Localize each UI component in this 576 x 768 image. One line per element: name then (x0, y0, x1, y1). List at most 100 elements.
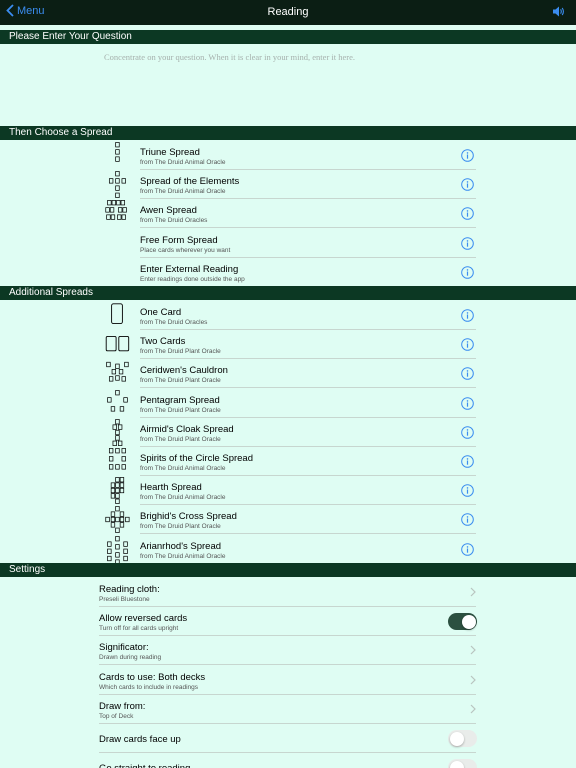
spread-title: Triune Spread (140, 147, 200, 158)
toggle-knob (449, 760, 464, 768)
circle-spread-icon (108, 448, 126, 470)
spread-subtitle: from The Druid Animal Oracle (140, 188, 226, 196)
additional-spread-subtitle: from The Druid Plant Oracle (140, 348, 221, 356)
info-icon[interactable] (461, 425, 474, 439)
info-icon[interactable] (461, 309, 474, 322)
two-cards-icon (105, 336, 130, 352)
additional-spread-row[interactable]: Arianrhod's Spread from The Druid Animal … (0, 535, 576, 564)
setting-subtitle: Which cards to include in readings (99, 683, 198, 691)
additional-spread-row[interactable]: Spirits of the Circle Spread from The Dru… (0, 447, 576, 476)
pentagram-spread-icon (107, 389, 128, 412)
speaker-icon[interactable] (552, 5, 566, 18)
question-header: Please Enter Your Question (0, 30, 576, 44)
spread-title: Awen Spread (140, 205, 197, 217)
info-icon[interactable] (461, 207, 474, 221)
setting-subtitle: Top of Deck (99, 712, 134, 720)
setting-title: Go straight to reading (99, 763, 190, 768)
info-icon[interactable] (461, 338, 474, 351)
chevron-right-icon (470, 704, 476, 714)
additional-spread-title: Arianrhod's Spread (140, 540, 222, 552)
additional-spread-row[interactable]: Ceridwen's Cauldron from The Druid Plant … (0, 359, 576, 389)
info-icon[interactable] (461, 236, 474, 250)
info-icon[interactable] (461, 542, 474, 556)
hearth-spread-icon (110, 477, 125, 505)
cross-spread-icon (105, 506, 130, 534)
additional-spread-subtitle: from The Druid Oracles (140, 319, 208, 326)
info-icon[interactable] (461, 265, 474, 279)
spread-subtitle: Place cards wherever you want (140, 246, 231, 254)
awen-spread-icon (105, 200, 127, 221)
info-icon[interactable] (461, 396, 474, 410)
setting-row[interactable]: Reading cloth: Preseli Bluestone (0, 578, 576, 607)
settings-header: Settings (0, 563, 576, 577)
spread-subtitle: Enter readings done outside the app (140, 275, 245, 283)
additional-spread-title: Brighid's Cross Spread (140, 511, 237, 523)
spread-row[interactable]: Triune Spread from The Druid Animal Oracl… (0, 141, 576, 170)
additional-spread-row[interactable]: Brighid's Cross Spread from The Druid Pla… (0, 505, 576, 535)
additional-spread-subtitle: from The Druid Plant Oracle (140, 377, 221, 385)
spread-row[interactable]: Awen Spread from The Druid Oracles (0, 199, 576, 229)
setting-row[interactable]: Draw from: Top of Deck (0, 695, 576, 724)
question-placeholder: Concentrate on your question. When it is… (104, 52, 355, 62)
nav-bar: Menu Reading (0, 0, 576, 25)
additional-spread-row[interactable]: Pentagram Spread from The Druid Plant Ora… (0, 389, 576, 418)
setting-row[interactable]: Cards to use: Both decks Which cards to i… (0, 666, 576, 695)
spread-title: Spread of the Elements (140, 176, 240, 188)
additional-spread-title: Hearth Spread (140, 482, 202, 494)
setting-toggle[interactable] (448, 730, 477, 747)
chevron-right-icon (470, 587, 476, 597)
additional-header: Additional Spreads (0, 286, 576, 300)
additional-spread-subtitle: from The Druid Animal Oracle (140, 494, 226, 502)
info-icon[interactable] (461, 149, 474, 162)
setting-subtitle: Preseli Bluestone (99, 596, 150, 603)
one-card-icon (111, 303, 123, 325)
arianrhod-spread-icon (107, 535, 128, 563)
additional-spread-row[interactable]: Two Cards from The Druid Plant Oracle (0, 330, 576, 360)
toggle-knob (461, 614, 476, 629)
setting-title: Draw from: (99, 700, 146, 712)
spread-subtitle: from The Druid Oracles (140, 217, 208, 225)
info-icon[interactable] (461, 367, 474, 381)
setting-row[interactable]: Allow reversed cards Turn off for all car… (0, 607, 576, 637)
additional-spread-subtitle: from The Druid Animal Oracle (140, 465, 226, 472)
info-icon[interactable] (461, 484, 474, 497)
additional-spread-title: Airmid's Cloak Spread (140, 423, 234, 435)
triune-spread-icon (115, 142, 120, 162)
spread-header: Then Choose a Spread (0, 126, 576, 140)
setting-row[interactable]: Draw cards face up (0, 724, 576, 753)
additional-spread-title: Spirits of the Circle Spread (140, 453, 253, 464)
setting-title: Cards to use: Both decks (99, 671, 206, 683)
additional-spread-subtitle: from The Druid Plant Oracle (140, 406, 221, 414)
spread-title: Free Form Spread (140, 234, 218, 246)
setting-title: Draw cards face up (99, 734, 181, 745)
cauldron-spread-icon (106, 362, 129, 382)
additional-spread-row[interactable]: Airmid's Cloak Spread from The Druid Plan… (0, 418, 576, 447)
setting-toggle[interactable] (448, 759, 477, 768)
info-icon[interactable] (461, 178, 474, 191)
additional-spread-title: Ceridwen's Cauldron (140, 365, 228, 377)
info-icon[interactable] (461, 455, 474, 468)
spread-title: Enter External Reading (140, 263, 239, 275)
question-input[interactable]: Concentrate on your question. When it is… (0, 44, 576, 111)
spread-subtitle: from The Druid Animal Oracle (140, 159, 226, 166)
chevron-right-icon (470, 675, 476, 685)
spread-row[interactable]: Free Form Spread Place cards wherever you… (0, 229, 576, 258)
additional-spread-subtitle: from The Druid Plant Oracle (140, 523, 221, 531)
additional-spread-subtitle: from The Druid Plant Oracle (140, 435, 221, 443)
spread-row[interactable]: Enter External Reading Enter readings don… (0, 258, 576, 287)
page-title: Reading (267, 6, 309, 18)
elements-spread-icon (108, 171, 126, 199)
setting-toggle[interactable] (448, 613, 477, 631)
setting-subtitle: Turn off for all cards upright (99, 625, 179, 633)
spread-row[interactable]: Spread of the Elements from The Druid Ani… (0, 170, 576, 200)
additional-spread-title: Two Cards (140, 336, 186, 348)
setting-row[interactable]: Significator: Drawn during reading (0, 636, 576, 666)
setting-row[interactable]: Go straight to reading (0, 753, 576, 768)
setting-title: Significator: (99, 642, 149, 654)
additional-spread-row[interactable]: Hearth Spread from The Druid Animal Oracl… (0, 476, 576, 506)
info-icon[interactable] (461, 513, 474, 527)
chevron-right-icon (470, 645, 476, 655)
additional-spread-row[interactable]: One Card from The Druid Oracles (0, 301, 576, 330)
additional-spread-title: One Card (140, 307, 182, 318)
additional-spread-subtitle: from The Druid Animal Oracle (140, 552, 226, 560)
